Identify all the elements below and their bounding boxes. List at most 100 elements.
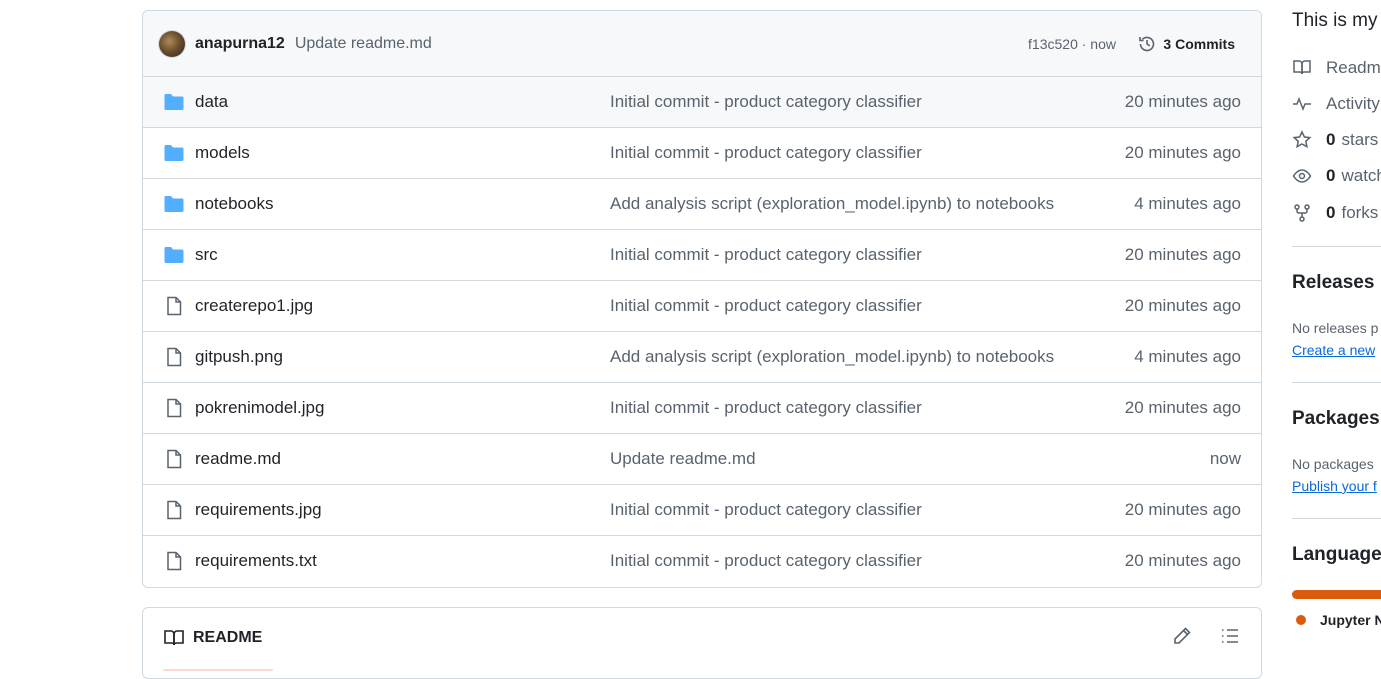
create-release-link[interactable]: Create a new (1292, 342, 1375, 358)
book-icon (1293, 60, 1311, 75)
file-name-link[interactable]: requirements.txt (195, 551, 317, 571)
file-commit-time: 20 minutes ago (1124, 143, 1241, 162)
file-icon (163, 346, 185, 368)
file-commit-time: 20 minutes ago (1124, 551, 1241, 570)
file-row[interactable]: notebooks Add analysis script (exploratio… (143, 179, 1261, 230)
divider (1292, 518, 1381, 519)
about-sidebar: This is my Readm Activity 0 stars 0 watc… (1292, 0, 1381, 665)
file-icon (163, 397, 185, 419)
file-commit-message[interactable]: Add analysis script (exploration_model.i… (610, 347, 1054, 367)
commit-hash-time[interactable]: f13c520 · now (1028, 36, 1116, 52)
watch-count: 0 (1326, 166, 1336, 185)
file-commit-message[interactable]: Initial commit - product category classi… (610, 245, 922, 265)
file-commit-message[interactable]: Initial commit - product category classi… (610, 92, 922, 112)
about-description: This is my (1292, 10, 1378, 31)
readme-header: README (143, 608, 1261, 671)
file-commit-message[interactable]: Initial commit - product category classi… (610, 296, 922, 316)
outline-list-icon[interactable] (1219, 625, 1241, 647)
activity-link-label: Activity (1326, 94, 1380, 113)
publish-package-link[interactable]: Publish your f (1292, 478, 1377, 494)
file-icon (163, 295, 185, 317)
commit-author[interactable]: anapurna12 (195, 35, 285, 53)
packages-heading[interactable]: Packages (1292, 408, 1380, 430)
stars-link[interactable]: 0 stars (1292, 130, 1378, 150)
forks-link[interactable]: 0 forks (1292, 203, 1378, 223)
readme-link-label: Readm (1326, 58, 1381, 77)
file-commit-time: now (1209, 449, 1241, 468)
languages-heading: Language (1292, 544, 1381, 565)
file-row[interactable]: readme.md Update readme.md now (143, 434, 1261, 485)
eye-icon (1292, 169, 1312, 183)
watch-label: watch (1341, 166, 1381, 185)
book-icon (164, 630, 184, 646)
folder-icon (163, 244, 185, 266)
language-bar (1292, 590, 1381, 599)
file-commit-message[interactable]: Initial commit - product category classi… (610, 398, 922, 418)
star-icon (1292, 130, 1312, 149)
file-name-link[interactable]: data (195, 92, 228, 112)
watchers-link[interactable]: 0 watch (1292, 166, 1381, 186)
stars-label: stars (1341, 130, 1379, 149)
file-commit-message[interactable]: Initial commit - product category classi… (610, 551, 922, 571)
readme-link[interactable]: Readm (1292, 58, 1381, 78)
file-row[interactable]: createrepo1.jpg Initial commit - product … (143, 281, 1261, 332)
file-commit-message[interactable]: Initial commit - product category classi… (610, 143, 922, 163)
language-item[interactable]: Jupyter N (1296, 612, 1381, 628)
packages-empty-text: No packages (1292, 456, 1374, 472)
file-name-link[interactable]: pokrenimodel.jpg (195, 398, 324, 418)
file-row[interactable]: requirements.jpg Initial commit - product… (143, 485, 1261, 536)
history-icon (1139, 36, 1155, 51)
latest-commit-bar: anapurna12 Update readme.md f13c520 · no… (143, 11, 1261, 77)
releases-empty-text: No releases p (1292, 320, 1379, 336)
file-name-link[interactable]: requirements.jpg (195, 500, 322, 520)
file-row[interactable]: models Initial commit - product category … (143, 128, 1261, 179)
file-commit-time: 4 minutes ago (1134, 194, 1241, 213)
file-commit-time: 20 minutes ago (1124, 245, 1241, 264)
commit-message[interactable]: Update readme.md (295, 35, 432, 53)
folder-icon (163, 91, 185, 113)
file-icon (163, 448, 185, 470)
commits-count: 3 Commits (1163, 35, 1235, 52)
avatar[interactable] (159, 30, 185, 57)
commits-history-link[interactable]: 3 Commits (1137, 34, 1235, 54)
file-name-link[interactable]: createrepo1.jpg (195, 296, 313, 316)
file-commit-time: 20 minutes ago (1124, 92, 1241, 111)
forks-label: forks (1341, 203, 1379, 222)
activity-link[interactable]: Activity (1292, 94, 1380, 114)
file-commit-time: 20 minutes ago (1124, 398, 1241, 417)
file-browser: anapurna12 Update readme.md f13c520 · no… (142, 10, 1262, 588)
stars-count: 0 (1326, 130, 1336, 149)
folder-icon (163, 142, 185, 164)
file-commit-time: 4 minutes ago (1134, 347, 1241, 366)
readme-tab-underline (163, 669, 273, 671)
pulse-icon (1293, 96, 1311, 112)
file-name-link[interactable]: src (195, 245, 218, 265)
forks-count: 0 (1326, 203, 1336, 222)
language-color-dot (1296, 615, 1306, 625)
file-name-link[interactable]: gitpush.png (195, 347, 283, 367)
file-row[interactable]: gitpush.png Add analysis script (explorat… (143, 332, 1261, 383)
divider (1292, 246, 1381, 247)
file-commit-time: 20 minutes ago (1124, 296, 1241, 315)
file-commit-message[interactable]: Initial commit - product category classi… (610, 500, 922, 520)
file-icon (163, 550, 185, 572)
language-name: Jupyter N (1320, 612, 1381, 628)
file-row[interactable]: requirements.txt Initial commit - product… (143, 536, 1261, 586)
file-name-link[interactable]: readme.md (195, 449, 281, 469)
divider (1292, 382, 1381, 383)
fork-icon (1294, 204, 1310, 222)
edit-pencil-icon[interactable] (1171, 625, 1193, 647)
file-row[interactable]: data Initial commit - product category cl… (143, 77, 1261, 128)
releases-heading[interactable]: Releases (1292, 272, 1374, 294)
file-commit-time: 20 minutes ago (1124, 500, 1241, 519)
file-row[interactable]: src Initial commit - product category cla… (143, 230, 1261, 281)
readme-tab[interactable]: README (193, 629, 262, 647)
folder-icon (163, 193, 185, 215)
file-icon (163, 499, 185, 521)
file-row[interactable]: pokrenimodel.jpg Initial commit - product… (143, 383, 1261, 434)
readme-panel: README (142, 607, 1262, 679)
file-commit-message[interactable]: Add analysis script (exploration_model.i… (610, 194, 1054, 214)
file-commit-message[interactable]: Update readme.md (610, 449, 756, 469)
file-name-link[interactable]: notebooks (195, 194, 273, 214)
file-name-link[interactable]: models (195, 143, 250, 163)
